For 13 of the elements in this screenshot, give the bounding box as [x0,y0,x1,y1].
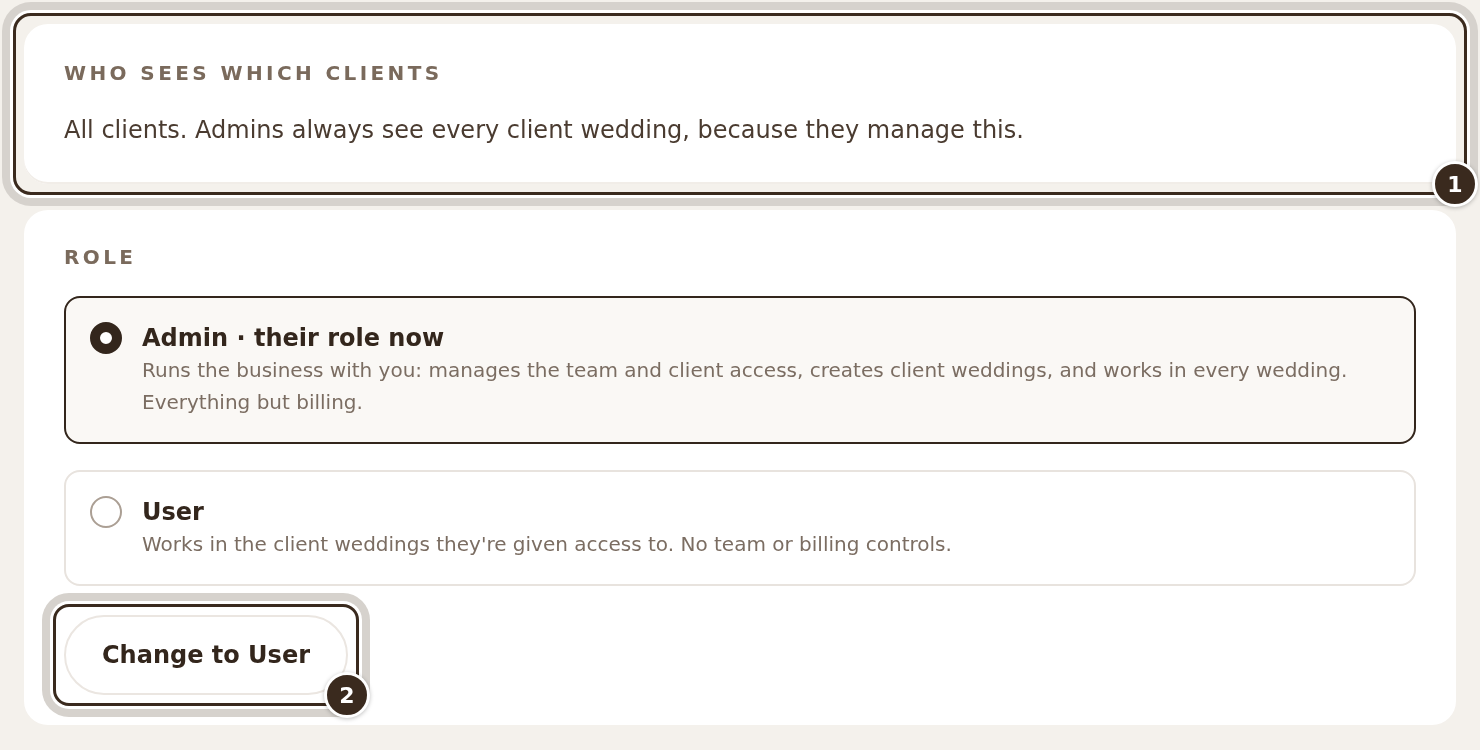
role-option[interactable]: Admin · their role now Runs the business with you: manages the team and client access, creates client weddings, and works in every wedding. Everything but billing. [64,296,1416,444]
radio-button[interactable] [90,322,122,354]
option-description: Works in the client weddings they're given access to. No team or billing controls. [142,531,952,558]
callout-number: 1 [1432,161,1478,207]
section-heading: ROLE [64,244,138,270]
section-heading: WHO SEES WHICH CLIENTS [64,60,444,86]
callout-number: 2 [324,672,370,718]
option-title: User [142,497,205,528]
info-text: All clients. Admins always see every client wedding, because they manage this. [64,115,1025,146]
option-title: Admin · their role now [142,323,446,354]
radio-button[interactable] [90,496,122,528]
role-option[interactable]: User Works in the client weddings they're given access to. No team or billing controls. [64,470,1416,586]
option-description: Runs the business with you: manages the team and client access, creates client weddings, and works in every wedding. Everything but billing. [142,357,1349,416]
